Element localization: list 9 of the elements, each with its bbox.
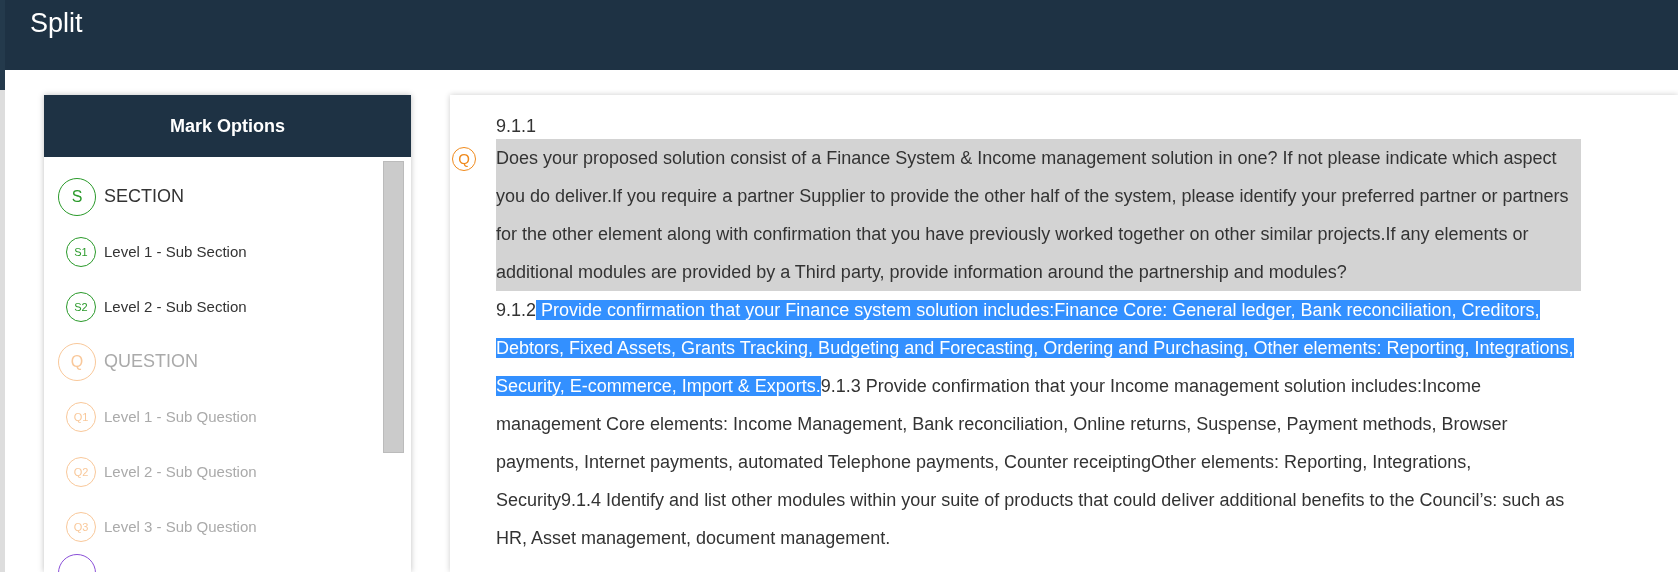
- highlighted-question: Does your proposed solution consist of a Finance System & Income management solution in one? If not please indicate which aspect you do deliver.If you require a partner Supplier to provide the other half of the system, please identify your preferred partner or partners for the other element along with confirmation that you have previously worked together on other similar projects.If any elements or additional modules are provided by a Third party, provide information around the partnership and modules?: [496, 139, 1581, 291]
- scrollbar-thumb[interactable]: [383, 161, 404, 453]
- window-title: Split: [30, 8, 83, 39]
- question-number: 9.1.1: [496, 115, 538, 138]
- mark-option-label[interactable]: SECTION: [104, 186, 184, 207]
- panel-title: Mark Options: [170, 115, 285, 137]
- question-text: 9.1.2 Provide confirmation that your Finance system solution includes:Finance Core: General ledger, Bank reconciliation, Creditors, Debtors, Fixed Assets, Grants Tracking, Budgeting and Forecasting, Ordering and Purchasing, Other elements: Reporting, Integrations, Security, E-commerce, Import & Exports.9.1.3 Provide confirmation that your Income management solution includes:Income management Core elements: Income Management, Bank reconciliation, Online returns, Suspense, Payment methods, Browser payments, Internet payments, automated Telephone payments, Counter receiptingOther elements: Reporting, Integrations, Security9.1.4 Identify and list other modules within your suite of products that could deliver additional benefits to the Council’s: such as HR, Asset management, document management.: [496, 299, 1575, 550]
- mark-option-label[interactable]: Level 2 - Sub Section: [104, 298, 247, 315]
- mark-option-label[interactable]: Level 1 - Sub Section: [104, 243, 247, 260]
